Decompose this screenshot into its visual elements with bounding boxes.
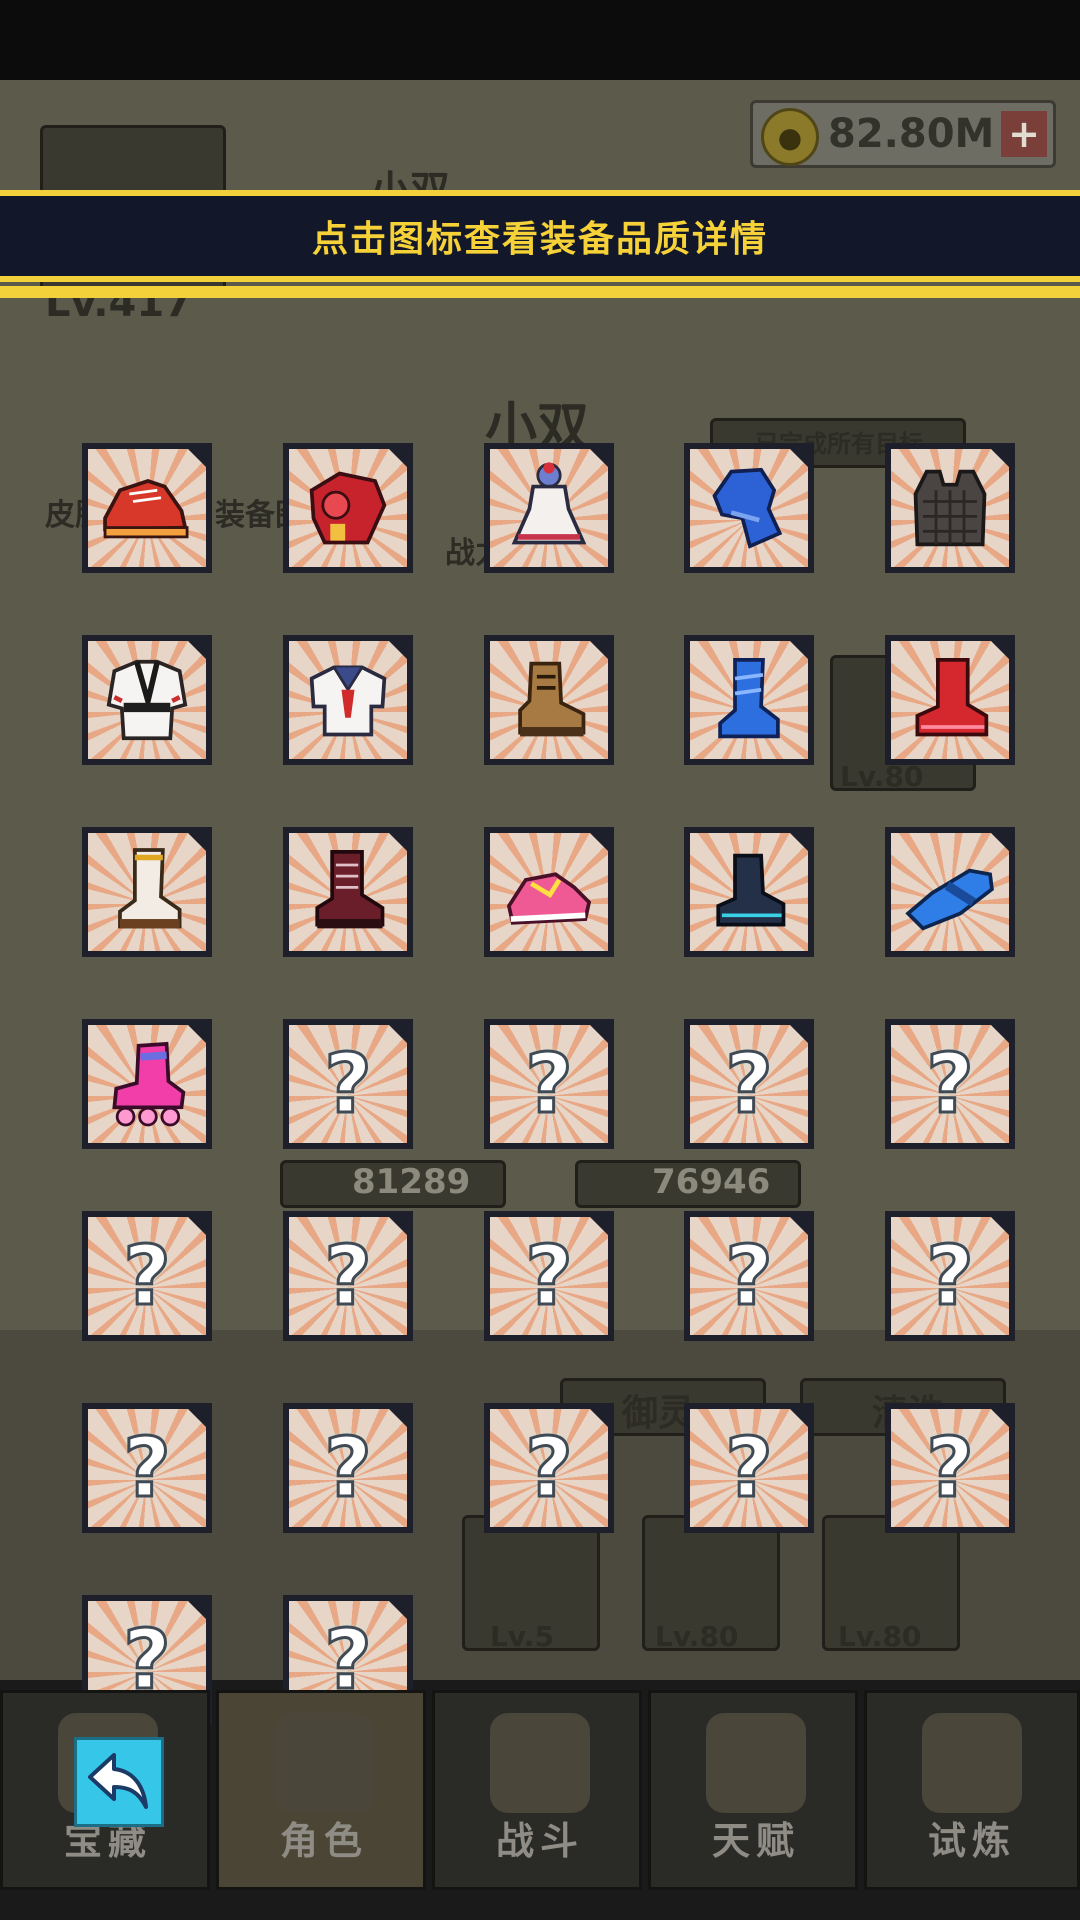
- equipment-slot[interactable]: ?: [684, 1211, 814, 1341]
- unknown-glyph: ?: [724, 1227, 775, 1325]
- unknown-glyph: ?: [122, 1419, 173, 1517]
- slot-corner: [788, 1025, 808, 1045]
- equipment-slot[interactable]: [82, 443, 212, 573]
- slot-corner: [788, 1409, 808, 1429]
- unknown-glyph: ?: [724, 1035, 775, 1133]
- slot-corner: [588, 641, 608, 661]
- unknown-glyph: ?: [323, 1227, 374, 1325]
- equipment-slot[interactable]: [684, 443, 814, 573]
- slot-corner: [186, 1217, 206, 1237]
- unknown-glyph: ?: [524, 1419, 575, 1517]
- slot-corner: [989, 1217, 1009, 1237]
- equipment-slot[interactable]: [283, 635, 413, 765]
- unknown-glyph: ?: [925, 1227, 976, 1325]
- slot-corner: [186, 449, 206, 469]
- equipment-slot[interactable]: [885, 635, 1015, 765]
- equipment-slot[interactable]: [82, 827, 212, 957]
- slot-corner: [788, 449, 808, 469]
- slot-corner: [387, 449, 407, 469]
- nav-tab-character[interactable]: 角色: [216, 1690, 426, 1890]
- back-button[interactable]: [74, 1737, 164, 1827]
- slot-corner: [387, 1409, 407, 1429]
- equipment-slot[interactable]: ?: [82, 1403, 212, 1533]
- slot-corner: [186, 641, 206, 661]
- equipment-slot[interactable]: [484, 635, 614, 765]
- equipment-slot[interactable]: [82, 635, 212, 765]
- equipment-slot[interactable]: ?: [283, 1211, 413, 1341]
- equipment-slot[interactable]: ?: [484, 1403, 614, 1533]
- equipment-slot[interactable]: ?: [684, 1403, 814, 1533]
- equipment-slot[interactable]: ?: [82, 1211, 212, 1341]
- slot-corner: [186, 1601, 206, 1621]
- unknown-glyph: ?: [524, 1035, 575, 1133]
- nav-tab-talent[interactable]: 天赋: [648, 1690, 858, 1890]
- slot-corner: [387, 1025, 407, 1045]
- equipment-slot[interactable]: [484, 827, 614, 957]
- slot-corner: [588, 1217, 608, 1237]
- equipment-slot[interactable]: [283, 443, 413, 573]
- equipment-slot[interactable]: ?: [885, 1019, 1015, 1149]
- equipment-slot[interactable]: ?: [283, 1019, 413, 1149]
- nav-tab-label: 天赋: [711, 1819, 800, 1863]
- character-icon: [274, 1713, 374, 1813]
- slot-corner: [588, 1025, 608, 1045]
- equipment-slot[interactable]: [82, 1019, 212, 1149]
- slot-corner: [588, 449, 608, 469]
- unknown-glyph: ?: [122, 1227, 173, 1325]
- nav-tab-trial[interactable]: 试炼: [864, 1690, 1080, 1890]
- slot-corner: [186, 1409, 206, 1429]
- slot-corner: [989, 1409, 1009, 1429]
- unknown-glyph: ?: [323, 1035, 374, 1133]
- unknown-glyph: ?: [323, 1419, 374, 1517]
- slot-corner: [588, 833, 608, 853]
- sword-icon: [490, 1713, 590, 1813]
- equipment-slot[interactable]: ?: [885, 1211, 1015, 1341]
- nav-tab-label: 战斗: [495, 1819, 584, 1863]
- equipment-slot[interactable]: [885, 827, 1015, 957]
- slot-corner: [387, 1601, 407, 1621]
- trial-emblem-icon: [922, 1713, 1022, 1813]
- equipment-slot[interactable]: [885, 443, 1015, 573]
- slot-corner: [788, 641, 808, 661]
- slot-corner: [387, 641, 407, 661]
- equipment-slot[interactable]: ?: [885, 1403, 1015, 1533]
- slot-corner: [989, 449, 1009, 469]
- slot-corner: [788, 833, 808, 853]
- slot-corner: [186, 833, 206, 853]
- equipment-slot[interactable]: [283, 827, 413, 957]
- slot-corner: [989, 1025, 1009, 1045]
- equipment-slot[interactable]: [684, 635, 814, 765]
- equipment-slot[interactable]: [684, 827, 814, 957]
- unknown-glyph: ?: [925, 1419, 976, 1517]
- equipment-slot[interactable]: ?: [484, 1211, 614, 1341]
- slot-corner: [387, 1217, 407, 1237]
- slot-corner: [588, 1409, 608, 1429]
- equipment-slot[interactable]: [484, 443, 614, 573]
- nav-tab-label: 角色: [279, 1819, 368, 1863]
- slot-corner: [788, 1217, 808, 1237]
- lightbulb-icon: [706, 1713, 806, 1813]
- slot-corner: [387, 833, 407, 853]
- slot-corner: [186, 1025, 206, 1045]
- unknown-glyph: ?: [724, 1419, 775, 1517]
- nav-tab-battle[interactable]: 战斗: [432, 1690, 642, 1890]
- equipment-codex-grid: ????????????????: [0, 0, 1080, 1920]
- nav-tab-label: 试炼: [927, 1819, 1016, 1863]
- equipment-slot[interactable]: ?: [283, 1403, 413, 1533]
- unknown-glyph: ?: [925, 1035, 976, 1133]
- unknown-glyph: ?: [524, 1227, 575, 1325]
- slot-corner: [989, 641, 1009, 661]
- slot-corner: [989, 833, 1009, 853]
- back-arrow-icon: [88, 1753, 148, 1809]
- equipment-slot[interactable]: ?: [684, 1019, 814, 1149]
- equipment-slot[interactable]: ?: [484, 1019, 614, 1149]
